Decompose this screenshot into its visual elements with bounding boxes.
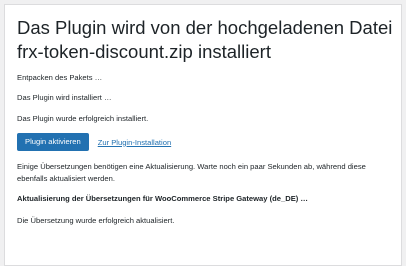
log-success: Das Plugin wurde erfolgreich installiert…: [17, 114, 149, 123]
log-installing: Das Plugin wird installiert …: [17, 93, 112, 102]
translation-update-heading: Aktualisierung der Übersetzungen für Woo…: [17, 194, 309, 203]
back-to-plugin-install-link[interactable]: Zur Plugin-Installation: [98, 138, 171, 147]
log-unpacking: Entpacken des Pakets …: [17, 73, 103, 82]
translation-update-success: Die Übersetzung wurde erfolgreich aktual…: [17, 216, 175, 225]
activate-plugin-button[interactable]: Plugin aktivieren: [17, 133, 89, 151]
translation-update-notice: Einige Übersetzungen benötigen eine Aktu…: [17, 162, 366, 183]
install-result-panel: Das Plugin wird von der hochgeladenen Da…: [4, 4, 402, 266]
page-title: Das Plugin wird von der hochgeladenen Da…: [17, 17, 393, 62]
action-row: Plugin aktivieren Zur Plugin-Installatio…: [17, 133, 401, 151]
